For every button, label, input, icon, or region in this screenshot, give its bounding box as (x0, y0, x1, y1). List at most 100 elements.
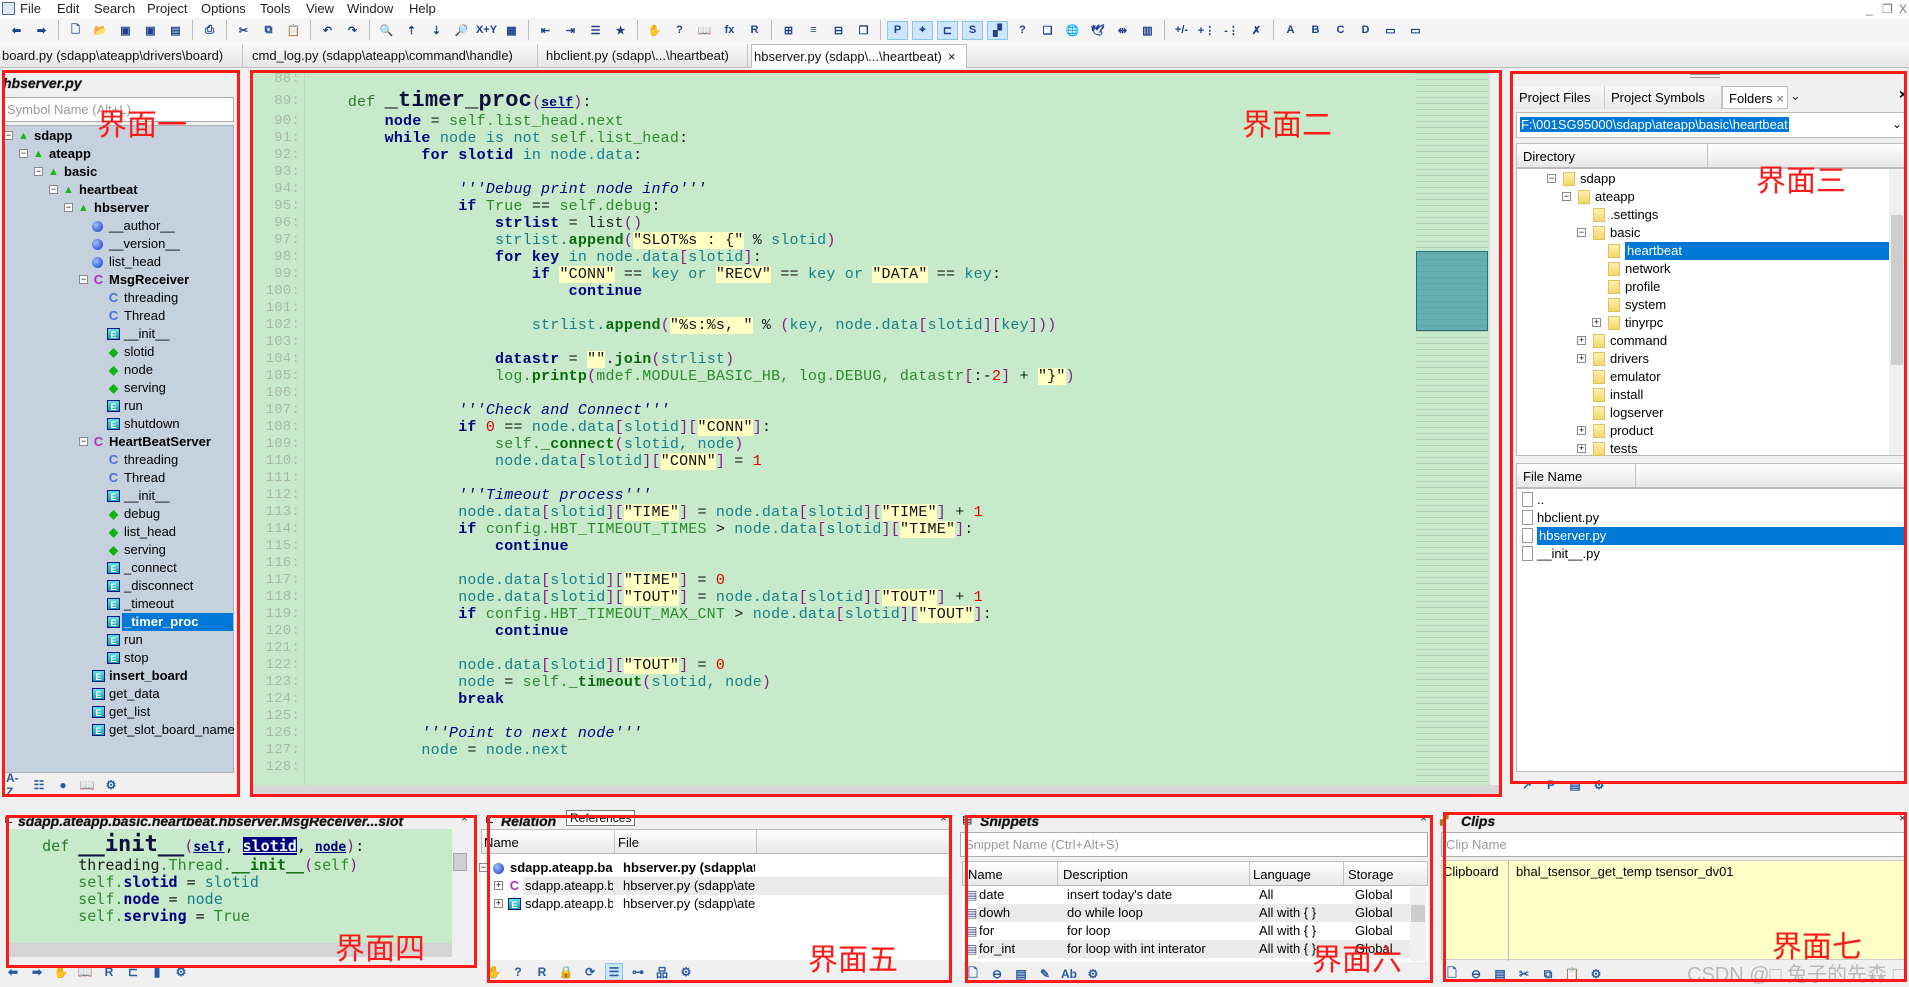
collapse-toggle-icon[interactable]: − (79, 275, 88, 284)
list-view-icon[interactable]: ☰ (605, 963, 623, 981)
lock-icon[interactable]: ▮ (148, 963, 166, 981)
symbol-tree-item[interactable]: E __init__ (3, 325, 233, 343)
folder-tree-item[interactable]: network (1517, 260, 1889, 278)
collapse-toggle-icon[interactable]: − (1562, 192, 1571, 201)
code-line[interactable]: 122: node.data[slotid]["TOUT"] = 0 (250, 657, 1410, 674)
file-list-item[interactable]: .. (1517, 491, 1905, 509)
symbol-tree-item[interactable]: ◆ serving (3, 541, 233, 559)
collapse-toggle-icon[interactable]: − (4, 131, 13, 140)
scrollbar-thumb[interactable] (1891, 215, 1903, 365)
collapse-toggle-icon[interactable]: − (34, 167, 43, 176)
insert-snippet-icon[interactable]: Ab (1060, 965, 1078, 983)
forward-arrow-icon[interactable]: ➡ (28, 963, 46, 981)
file-tab[interactable]: hbserver.py (sdapp\...\heartbeat) × (751, 44, 967, 68)
symbol-tree-item[interactable]: E _timeout (3, 595, 233, 613)
symbol-tree-item[interactable]: − ▲ sdapp (3, 127, 233, 145)
symbol-tree-item[interactable]: − ▲ basic (3, 163, 233, 181)
code-line[interactable]: 100: continue (250, 283, 1410, 300)
expand-toggle-icon[interactable]: + (1592, 318, 1601, 327)
context-horizontal-scrollbar[interactable] (6, 943, 452, 957)
tab-folders[interactable]: Folders × (1722, 86, 1788, 109)
bookmark-c-icon[interactable]: C (1330, 21, 1351, 40)
symbol-tree-item[interactable]: Eget_slot_board_name (3, 721, 235, 739)
symbol-tree-item[interactable]: Cthreading (3, 451, 233, 469)
code-line[interactable]: 98: for key in node.data[slotid]: (250, 249, 1410, 266)
copy-icon[interactable]: ⧉ (258, 21, 279, 40)
code-line[interactable]: 123: node = self._timeout(slotid, node) (250, 674, 1410, 691)
code-line[interactable]: 112: '''Timeout process''' (250, 487, 1410, 504)
collapse-toggle-icon[interactable]: − (479, 863, 488, 872)
snippet-row[interactable]: ▤ date insert today's date All Global (962, 886, 1410, 904)
scrollbar-thumb[interactable] (1411, 905, 1425, 922)
symbol-tree-item[interactable]: Eget_list (3, 703, 233, 721)
symbol-tree-item[interactable]: Erun (3, 631, 233, 649)
symbol-tree-item[interactable]: ◆ slotid (3, 343, 233, 361)
folder-tree-item[interactable]: + product (1517, 422, 1889, 440)
symbol-tree-item[interactable]: E __init__ (3, 487, 233, 505)
code-line[interactable]: 120: continue (250, 623, 1410, 640)
symbol-tree-item[interactable]: Einsert_board (3, 667, 233, 685)
code-line[interactable]: 115: continue (250, 538, 1410, 555)
symbol-tree-item[interactable]: E _timer_proc (3, 613, 233, 631)
save-as-icon[interactable]: ▣ (140, 21, 161, 40)
snippet-view-icon[interactable]: ▤ (1012, 965, 1030, 983)
delete-clip-icon[interactable]: ⊖ (1467, 965, 1485, 983)
bookmark-b-icon[interactable]: B (1305, 21, 1326, 40)
references-icon[interactable]: ✋ (644, 21, 665, 40)
find-previous-icon[interactable]: ⇡ (401, 21, 422, 40)
column-divider[interactable] (756, 830, 757, 854)
folder-tree-item[interactable]: profile (1517, 278, 1889, 296)
bird-icon[interactable]: 🕊 (1087, 21, 1108, 40)
column-divider[interactable] (1343, 862, 1344, 886)
code-line[interactable]: 89: def _timer_proc(self): (250, 89, 1410, 113)
new-clip-icon[interactable]: 🗋 (1443, 965, 1461, 983)
windows-icon[interactable]: ❏ (1037, 21, 1058, 40)
relation-row[interactable]: − sdapp.ateapp.bas hbserver.py (sdapp\at (479, 859, 951, 877)
menu-view[interactable]: View (306, 1, 334, 16)
code-line[interactable]: 125: (250, 708, 1410, 725)
settings-gear-icon[interactable]: ⚙ (172, 963, 190, 981)
directory-column-header[interactable]: Directory (1516, 143, 1906, 168)
collapse-toggle-icon[interactable]: − (19, 149, 28, 158)
context-code-line[interactable]: self.node = node (6, 891, 446, 908)
layout-split-icon[interactable]: ⊟ (828, 21, 849, 40)
code-line[interactable]: 106: (250, 385, 1410, 402)
symbol-tree-item[interactable]: − ▲ ateapp (3, 145, 233, 163)
chevron-down-icon[interactable]: ⌄ (1892, 117, 1902, 131)
layout-list-icon[interactable]: ≡ (803, 21, 824, 40)
tree-horizontal-icon[interactable]: ⊶ (629, 963, 647, 981)
column-header-name[interactable]: Name (484, 835, 519, 850)
folder-tree-scrollbar[interactable] (1889, 169, 1905, 455)
column-header-file[interactable]: File (618, 835, 639, 850)
close-panel-button[interactable]: × (1420, 811, 1427, 825)
symbol-tree-item[interactable]: E _disconnect (3, 577, 233, 595)
folder-tree-item[interactable]: + tests (1517, 440, 1889, 458)
list-icon[interactable]: ▤ (1566, 776, 1584, 794)
restore-button[interactable]: ❐ (1882, 2, 1893, 16)
code-line[interactable]: 113: node.data[slotid]["TIME"] = node.da… (250, 504, 1410, 521)
info-icon[interactable]: ? (509, 963, 527, 981)
column-divider[interactable] (614, 830, 615, 854)
lock-icon[interactable]: 🔒 (557, 963, 575, 981)
column-header-name[interactable]: Name (968, 867, 1003, 882)
tab-project-files[interactable]: Project Files (1513, 86, 1605, 109)
symbol-tree-item[interactable]: ◆ node (3, 361, 233, 379)
context-vertical-scrollbar[interactable] (452, 829, 468, 957)
folder-bookmark-remove-icon[interactable]: ▭ (1405, 21, 1426, 40)
column-divider[interactable] (1635, 464, 1636, 488)
project-icon[interactable]: P (1542, 776, 1560, 794)
paste-icon[interactable]: 📋 (1563, 965, 1581, 983)
expand-toggle-icon[interactable]: + (1577, 336, 1586, 345)
code-line[interactable]: 99: if "CONN" == key or "RECV" == key or… (250, 266, 1410, 283)
relation-row[interactable]: + Esdapp.ateapp.b hbserver.py (sdapp\ate (481, 895, 951, 913)
snippet-search-input[interactable]: Snippet Name (Ctrl+Alt+S) (960, 832, 1428, 857)
code-line[interactable]: 94: '''Debug print node info''' (250, 181, 1410, 198)
folder-tree-item[interactable]: − ateapp (1517, 188, 1889, 206)
symbol-search-input[interactable]: Symbol Name (Alt+L) (2, 97, 234, 122)
tree-vertical-icon[interactable]: 品 (653, 963, 671, 981)
menu-tools[interactable]: Tools (260, 1, 290, 16)
symbol-window-icon[interactable]: ⌖ (912, 20, 933, 40)
browse-icon[interactable]: ▦ (501, 21, 522, 40)
jump-forward-icon[interactable]: ⇥ (560, 21, 581, 40)
file-tab[interactable]: hbclient.py (sdapp\...\heartbeat) (544, 44, 748, 68)
